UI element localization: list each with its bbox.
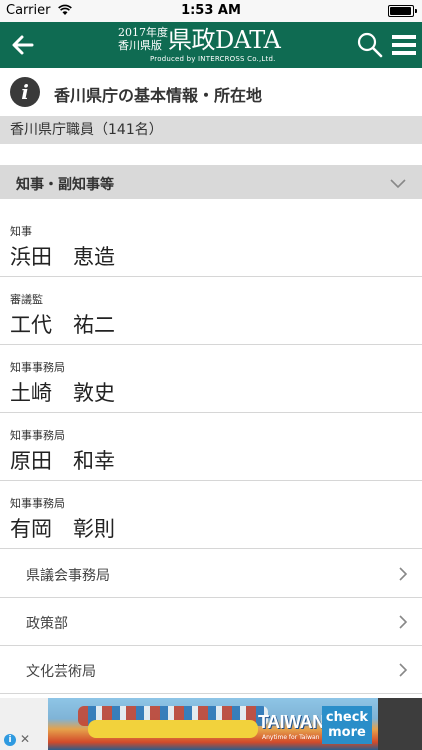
back-arrow-icon[interactable] (8, 30, 38, 60)
ad-info-icon[interactable]: i (4, 734, 16, 746)
person-name: 工代 祐二 (10, 313, 115, 337)
clock: 1:53 AM (181, 3, 241, 18)
department-label: 文化芸術局 (26, 664, 96, 680)
logo-produced-by: Produced by INTERCROSS Co.,Ltd. (150, 55, 276, 63)
chevron-right-icon (398, 614, 408, 630)
person-role: 知事事務局 (10, 361, 65, 374)
ad-tagline: Anytime for Taiwan (262, 734, 320, 741)
logo-title: 県政DATA (168, 26, 281, 54)
person-name: 土崎 敦史 (10, 381, 115, 405)
person-name: 浜田 恵造 (10, 245, 115, 269)
ad-close-icon[interactable]: ✕ (20, 732, 30, 746)
department-label: 県議会事務局 (26, 568, 110, 584)
ad-cta-button[interactable]: check more (322, 706, 372, 744)
ad-right-strip (378, 698, 422, 750)
department-label: 政策部 (26, 616, 68, 632)
section-header-governor[interactable]: 知事・副知事等 (0, 165, 422, 199)
person-row[interactable]: 審議監 工代 祐二 (0, 277, 422, 345)
staff-count-bar: 香川県庁職員（141名） (0, 116, 422, 144)
chevron-down-icon (390, 175, 406, 189)
search-icon[interactable] (356, 31, 384, 59)
logo-year: 2017年度 (118, 26, 168, 39)
ad-banner[interactable]: i ✕ TAIWAN Anytime for Taiwan check more (0, 698, 422, 750)
app-logo: 2017年度 香川県版 県政DATA Produced by INTERCROS… (118, 25, 308, 65)
status-bar: Carrier 1:53 AM (0, 0, 422, 22)
info-header: i 香川県庁の基本情報・所在地 (0, 68, 422, 116)
logo-prefecture: 香川県版 (118, 39, 162, 52)
section-label: 知事・副知事等 (16, 177, 114, 193)
person-role: 知事事務局 (10, 429, 65, 442)
department-row[interactable]: 県議会事務局 (0, 550, 422, 598)
person-role: 知事事務局 (10, 497, 65, 510)
ad-left-strip: i ✕ (0, 698, 48, 750)
person-row[interactable]: 知事事務局 原田 和幸 (0, 413, 422, 481)
person-name: 原田 和幸 (10, 449, 115, 473)
chevron-right-icon (398, 662, 408, 678)
person-row[interactable]: 知事事務局 土崎 敦史 (0, 345, 422, 413)
page-title: 香川県庁の基本情報・所在地 (54, 86, 263, 105)
person-role: 審議監 (10, 293, 43, 306)
chevron-right-icon (398, 566, 408, 582)
person-row[interactable]: 知事 浜田 恵造 (0, 209, 422, 277)
department-row[interactable]: 政策部 (0, 598, 422, 646)
battery-icon (388, 5, 417, 17)
person-row[interactable]: 知事事務局 有岡 彰則 (0, 481, 422, 549)
department-row[interactable]: 文化芸術局 (0, 646, 422, 694)
info-icon: i (10, 77, 40, 107)
ad-boat-graphic (88, 720, 258, 738)
nav-bar: 2017年度 香川県版 県政DATA Produced by INTERCROS… (0, 22, 422, 68)
person-name: 有岡 彰則 (10, 517, 115, 541)
ad-brand: TAIWAN (258, 712, 325, 732)
person-role: 知事 (10, 225, 32, 238)
hamburger-menu-icon[interactable] (392, 34, 416, 56)
